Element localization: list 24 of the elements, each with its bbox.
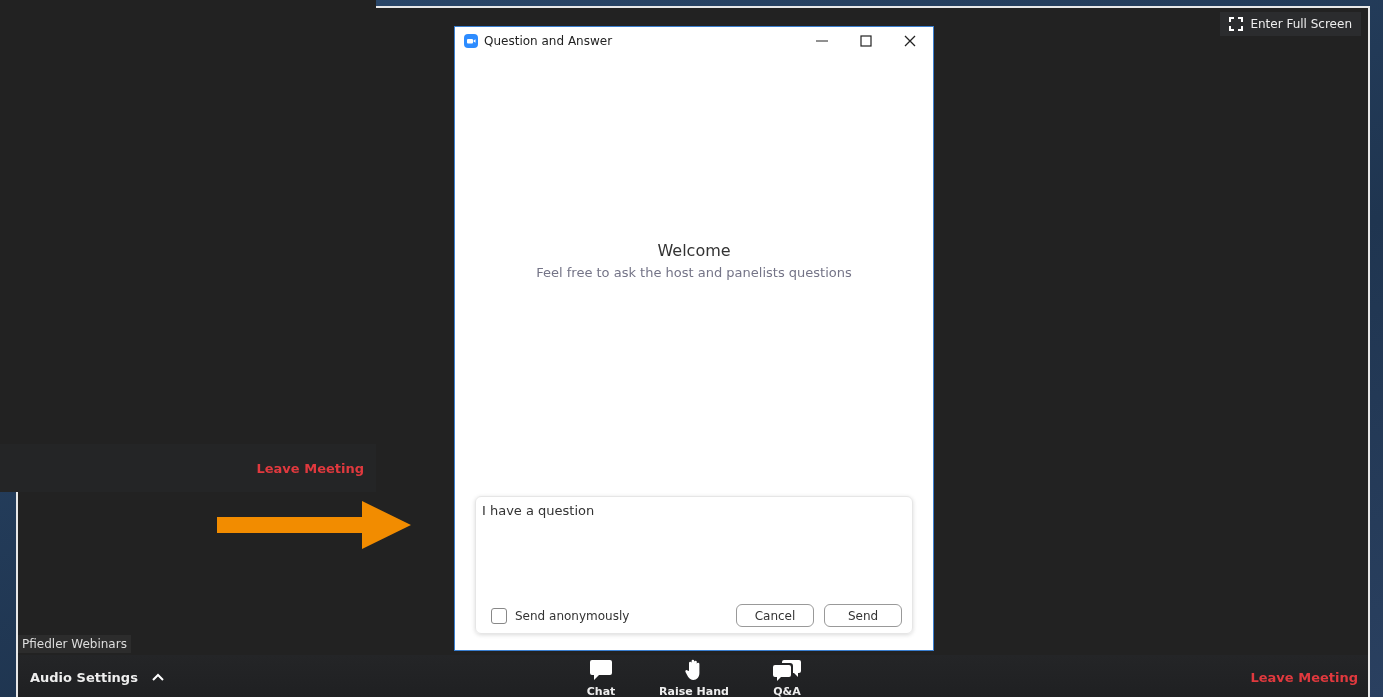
audio-settings-button[interactable]: Audio Settings [30, 669, 138, 685]
welcome-heading: Welcome [657, 241, 731, 260]
enter-full-screen-button[interactable]: Enter Full Screen [1220, 12, 1361, 36]
close-icon[interactable] [903, 34, 917, 48]
participant-name-label: Pfiedler Webinars [18, 635, 131, 653]
speech-bubbles-icon [771, 659, 802, 681]
question-text[interactable]: I have a question [482, 503, 595, 518]
raise-hand-button[interactable]: Raise Hand [653, 659, 735, 697]
leave-meeting-button[interactable]: Leave Meeting [1250, 669, 1358, 685]
qa-button[interactable]: Q&A [756, 659, 817, 697]
arrow-icon [217, 500, 413, 550]
fullscreen-icon [1229, 17, 1244, 31]
cancel-button[interactable]: Cancel [736, 604, 814, 627]
send-button[interactable]: Send [824, 604, 902, 627]
checkbox-label: Send anonymously [515, 608, 630, 623]
camera-app-icon [464, 34, 478, 48]
window-title: Question and Answer [484, 34, 613, 48]
caret-icon[interactable] [151, 673, 164, 681]
anonymous-checkbox[interactable] [491, 607, 507, 624]
chat-button[interactable]: Chat [571, 659, 632, 697]
leave-meeting-button[interactable]: Leave Meeting [256, 460, 364, 476]
maximize-icon[interactable] [859, 34, 873, 48]
speech-bubble-icon [589, 659, 614, 681]
welcome-subtitle: Feel free to ask the host and panelists questions [536, 265, 852, 280]
